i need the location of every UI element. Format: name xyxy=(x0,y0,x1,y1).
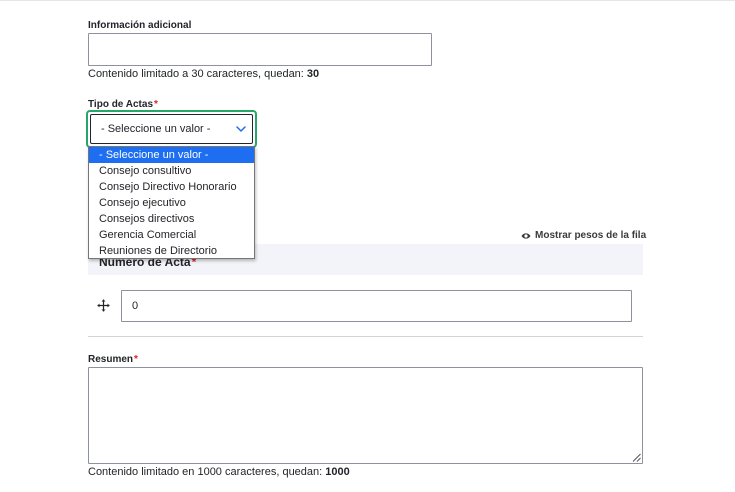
required-marker: * xyxy=(154,99,158,110)
info-field-input[interactable] xyxy=(88,33,432,66)
dropdown-option-consejos-directivos[interactable]: Consejos directivos xyxy=(89,211,254,227)
dropdown-option-consejo-ejecutivo[interactable]: Consejo ejecutivo xyxy=(89,195,254,211)
resize-grip-icon[interactable] xyxy=(632,453,641,462)
chevron-down-icon xyxy=(236,126,246,132)
info-field-description: Contenido limitado a 30 caracteres, qued… xyxy=(88,68,319,80)
tipo-actas-focus-ring: - Seleccione un valor - xyxy=(86,110,257,148)
drag-handle-icon[interactable] xyxy=(97,299,110,312)
dropdown-option-gerencia-comercial[interactable]: Gerencia Comercial xyxy=(89,227,254,243)
tipo-actas-label: Tipo de Actas* xyxy=(88,99,158,110)
dropdown-option-consejo-directivo-honorario[interactable]: Consejo Directivo Honorario xyxy=(89,179,254,195)
dropdown-option-consejo-consultivo[interactable]: Consejo consultivo xyxy=(89,163,254,179)
resumen-description-text: Contenido limitado en 1000 caracteres, q… xyxy=(88,466,326,478)
resumen-textarea[interactable] xyxy=(88,367,643,464)
tipo-actas-dropdown: - Seleccione un valor - Consejo consulti… xyxy=(88,146,255,259)
show-row-weights-button[interactable]: Mostrar pesos de la fila xyxy=(521,230,646,241)
dropdown-option-seleccione[interactable]: - Seleccione un valor - xyxy=(89,147,254,163)
info-field-label-text: Información adicional xyxy=(88,20,192,31)
resumen-label-text: Resumen xyxy=(88,354,134,365)
info-field-label: Información adicional xyxy=(88,20,191,31)
top-border xyxy=(0,0,735,1)
section-divider xyxy=(88,336,643,337)
tipo-actas-label-text: Tipo de Actas xyxy=(88,99,154,110)
tipo-actas-selected-value: - Seleccione un valor - xyxy=(101,123,211,135)
info-field-description-text: Contenido limitado a 30 caracteres, qued… xyxy=(88,68,307,80)
required-marker: * xyxy=(134,354,138,365)
tipo-actas-select[interactable]: - Seleccione un valor - xyxy=(90,114,253,144)
numero-acta-input[interactable]: 0 xyxy=(121,290,632,322)
numero-acta-value: 0 xyxy=(132,300,139,312)
eye-icon xyxy=(521,232,531,239)
resumen-remaining: 1000 xyxy=(325,466,350,478)
resumen-description: Contenido limitado en 1000 caracteres, q… xyxy=(88,466,350,478)
dropdown-option-reuniones-de-directorio[interactable]: Reuniones de Directorio xyxy=(89,243,254,259)
resumen-label: Resumen* xyxy=(88,354,138,365)
info-field-remaining: 30 xyxy=(306,68,320,80)
show-row-weights-label: Mostrar pesos de la fila xyxy=(535,230,647,241)
